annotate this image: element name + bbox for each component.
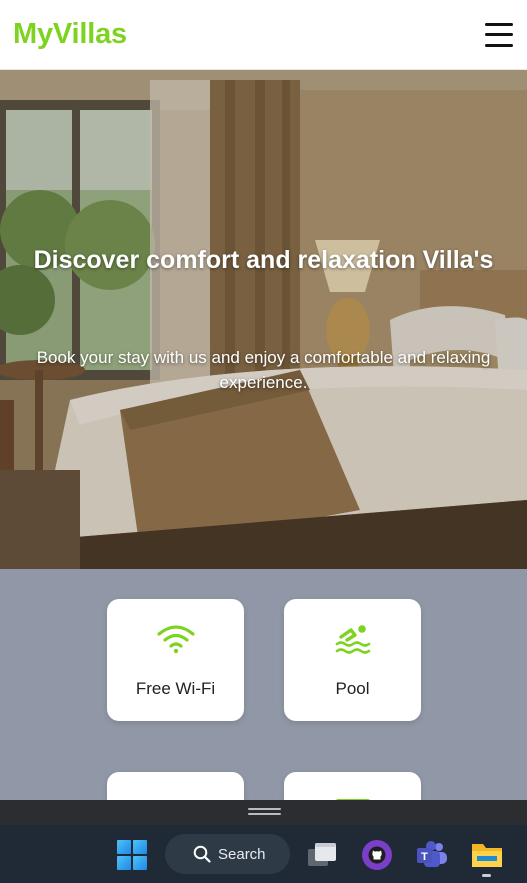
amenity-card-4[interactable]: [284, 772, 421, 800]
menu-bar-middle: [485, 33, 513, 36]
site-logo[interactable]: MyVillas: [13, 18, 127, 51]
amenity-card-pool[interactable]: Pool: [284, 599, 421, 721]
active-app-indicator: [482, 874, 491, 877]
task-view-icon[interactable]: [307, 840, 337, 870]
hero-section: Discover comfort and relaxation Villa's …: [0, 70, 527, 569]
amenity-card-3[interactable]: [107, 772, 244, 800]
grip-line: [248, 813, 281, 815]
menu-bar-top: [485, 22, 513, 26]
amenity-card-wifi[interactable]: Free Wi-Fi: [107, 599, 244, 721]
menu-bar-bottom: [485, 43, 513, 47]
wifi-icon: [156, 623, 196, 660]
file-explorer-icon[interactable]: [471, 840, 503, 870]
taskbar-search-button[interactable]: Search: [165, 834, 290, 874]
pool-icon: [335, 623, 371, 660]
hero-overlay: [0, 70, 527, 569]
windows-start-icon[interactable]: [117, 840, 147, 870]
svg-text:T: T: [421, 851, 428, 863]
grip-line: [248, 808, 281, 810]
amenities-section: Free Wi-Fi Pool: [0, 569, 527, 800]
search-icon: [193, 845, 211, 863]
search-label: Search: [218, 845, 266, 863]
grip-icon[interactable]: [248, 808, 281, 816]
bottom-sheet-handle[interactable]: [0, 800, 527, 825]
windows-taskbar: Search T: [0, 825, 527, 883]
amenity-label-pool: Pool: [335, 679, 370, 698]
site-header: MyVillas: [0, 0, 527, 70]
hamburger-menu-icon[interactable]: [485, 22, 513, 47]
amenity-label-wifi: Free Wi-Fi: [135, 679, 216, 698]
hero-title: Discover comfort and relaxation Villa's: [33, 246, 494, 274]
github-desktop-icon[interactable]: [362, 840, 392, 870]
teams-icon[interactable]: T: [416, 839, 448, 871]
hero-subtitle: Book your stay with us and enjoy a comfo…: [36, 348, 491, 392]
